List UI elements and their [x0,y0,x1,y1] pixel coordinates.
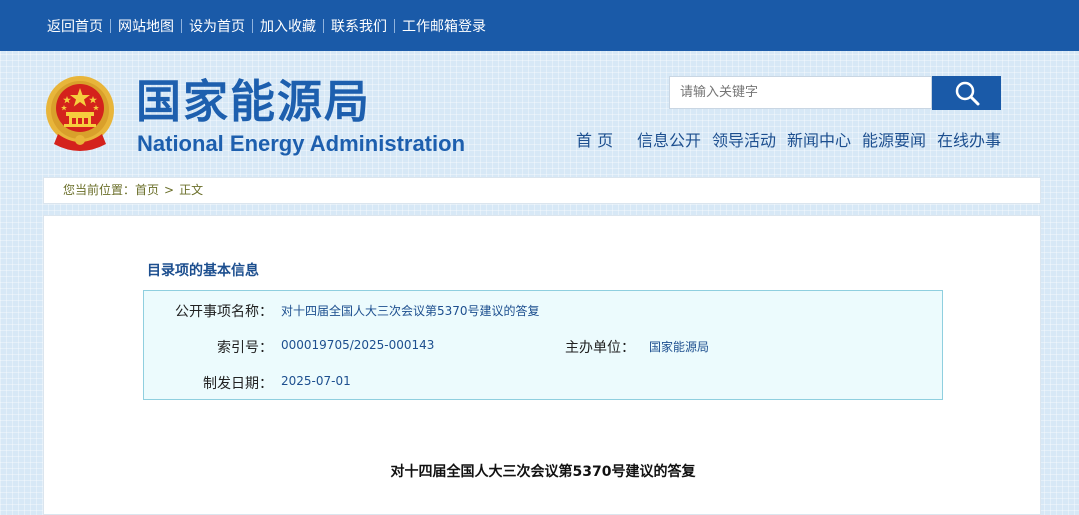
top-links: 返回首页 网站地图 设为首页 加入收藏 联系我们 工作邮箱登录 [40,0,493,51]
search-input[interactable] [669,76,932,109]
search-button[interactable] [932,76,1001,110]
nav-home[interactable]: 首 页 [576,130,613,152]
breadcrumb-prefix: 您当前位置： [63,183,136,197]
nav-online-services[interactable]: 在线办事 [937,130,1001,152]
org-label: 主办单位： [565,340,635,356]
breadcrumb-home-link[interactable]: 首页 [135,183,159,197]
index-value: 000019705/2025-000143 [281,338,435,352]
date-value: 2025-07-01 [281,374,351,388]
main-content: 目录项的基本信息 公开事项名称： 对十四届全国人大三次会议第5370号建议的答复… [43,215,1041,515]
sitemap-link[interactable]: 网站地图 [111,16,181,36]
home-link[interactable]: 返回首页 [40,16,110,36]
site-name-cn: 国家能源局 [136,75,372,128]
info-box: 公开事项名称： 对十四届全国人大三次会议第5370号建议的答复 索引号： 000… [143,290,943,400]
national-emblem-icon [44,74,116,152]
name-value: 对十四届全国人大三次会议第5370号建议的答复 [281,304,540,318]
work-email-login-link[interactable]: 工作邮箱登录 [395,16,493,36]
add-favorite-link[interactable]: 加入收藏 [253,16,323,36]
date-label: 制发日期： [203,376,273,392]
index-label: 索引号： [217,340,273,356]
search-icon [955,81,979,106]
nav-news-center[interactable]: 新闻中心 [787,130,851,152]
contact-us-link[interactable]: 联系我们 [324,16,394,36]
nav-leadership[interactable]: 领导活动 [712,130,776,152]
breadcrumb-separator: > [164,183,175,197]
set-homepage-link[interactable]: 设为首页 [182,16,252,36]
breadcrumb-current[interactable]: 正文 [179,183,203,197]
article-title: 对十四届全国人大三次会议第5370号建议的答复 [390,464,696,480]
org-value: 国家能源局 [649,340,710,354]
breadcrumb: 您当前位置：首页 > 正文 [43,177,1041,204]
name-label: 公开事项名称： [175,304,273,320]
top-bar: 返回首页 网站地图 设为首页 加入收藏 联系我们 工作邮箱登录 [0,0,1079,51]
section-title: 目录项的基本信息 [147,263,259,279]
site-name-en: National Energy Administration [137,131,466,156]
nav-info-disclosure[interactable]: 信息公开 [637,130,701,152]
nav-energy-news[interactable]: 能源要闻 [862,130,926,152]
